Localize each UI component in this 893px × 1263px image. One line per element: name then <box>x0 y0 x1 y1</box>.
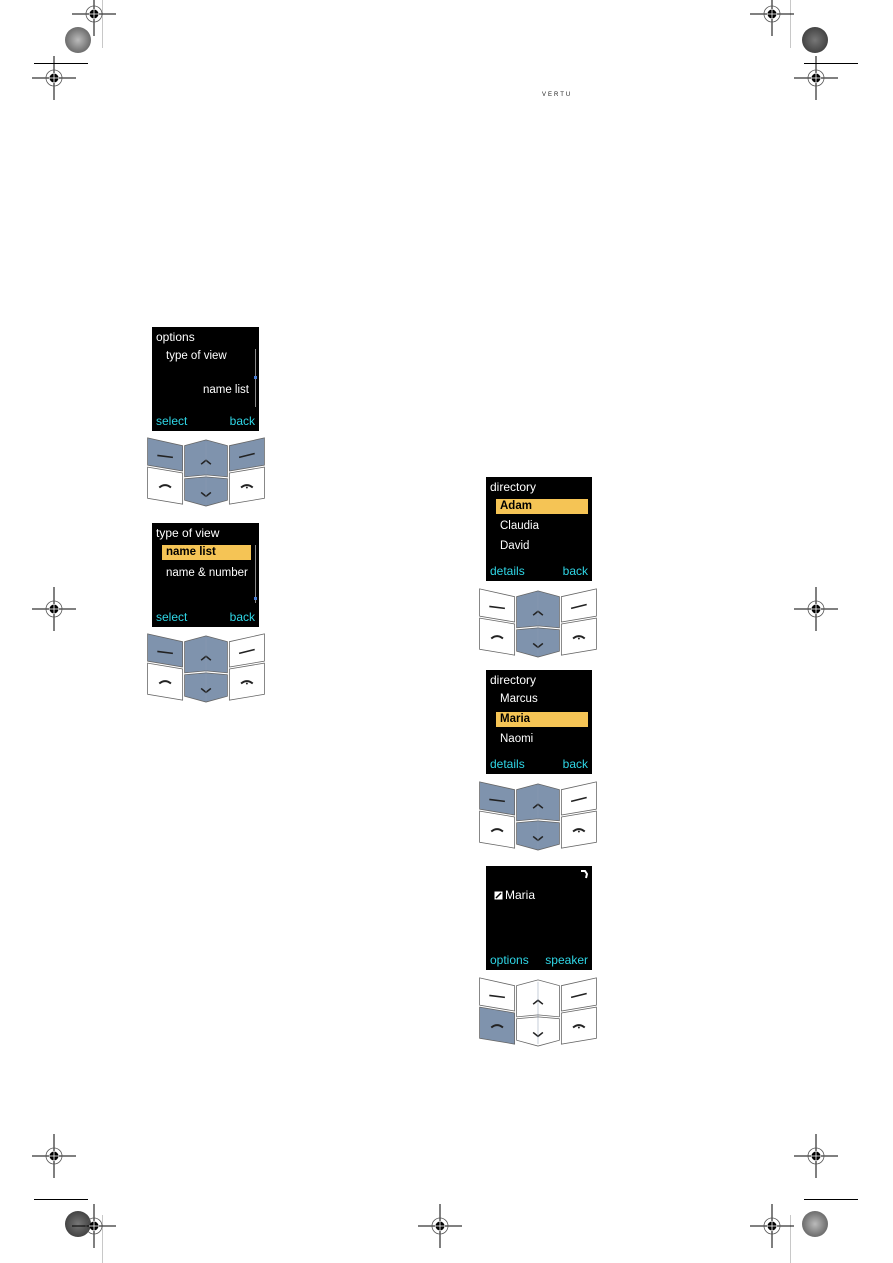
registration-mark-icon <box>418 1204 462 1248</box>
end-call-button[interactable] <box>560 1006 597 1045</box>
contact-item[interactable]: Marcus <box>496 692 588 707</box>
phone-screen-options: options type of view name list select ba… <box>152 327 259 431</box>
left-softkey-button[interactable] <box>479 781 516 816</box>
phone-screen-calling: Maria options speaker <box>486 866 592 970</box>
registration-mark-icon <box>794 56 838 100</box>
keypad <box>476 974 600 1048</box>
color-swatch-icon <box>802 27 828 53</box>
registration-mark-icon <box>32 587 76 631</box>
registration-mark-icon <box>32 1134 76 1178</box>
end-call-button[interactable] <box>228 466 265 505</box>
keypad <box>144 434 268 508</box>
right-softkey-button[interactable] <box>560 781 597 816</box>
right-softkey-button[interactable] <box>228 437 265 472</box>
softkey-details[interactable]: details <box>490 564 525 578</box>
crop-line <box>34 1199 88 1200</box>
left-softkey-button[interactable] <box>479 977 516 1012</box>
phone-screen-directory: directory Marcus Maria Naomi details bac… <box>486 670 592 774</box>
keypad <box>476 778 600 852</box>
registration-mark-icon <box>750 0 794 36</box>
softkey-options[interactable]: options <box>490 953 529 967</box>
registration-mark-icon <box>32 56 76 100</box>
screen-title: type of view <box>156 526 220 540</box>
registration-mark-icon <box>794 1134 838 1178</box>
softkey-select[interactable]: select <box>156 414 187 428</box>
end-call-button[interactable] <box>560 810 597 849</box>
menu-item-type-of-view[interactable]: type of view <box>162 349 255 364</box>
screen-title: directory <box>490 673 537 687</box>
keypad <box>144 630 268 704</box>
softkey-back[interactable]: back <box>230 414 255 428</box>
caller-name: Maria <box>505 888 536 902</box>
left-softkey-button[interactable] <box>147 437 184 472</box>
keypad <box>476 585 600 659</box>
contact-item[interactable]: David <box>496 539 588 554</box>
scroll-thumb[interactable] <box>254 597 257 600</box>
end-call-button[interactable] <box>228 662 265 701</box>
call-button[interactable] <box>479 617 516 656</box>
screen-title: options <box>156 330 195 344</box>
registration-mark-icon <box>72 1204 116 1248</box>
registration-mark-icon <box>72 0 116 36</box>
left-softkey-button[interactable] <box>479 588 516 623</box>
registration-mark-icon <box>750 1204 794 1248</box>
menu-item-name-list[interactable]: name list <box>162 545 251 560</box>
menu-item-value-name-list[interactable]: name list <box>162 383 255 398</box>
right-softkey-button[interactable] <box>560 588 597 623</box>
softkey-back[interactable]: back <box>563 564 588 578</box>
softkey-details[interactable]: details <box>490 757 525 771</box>
softkey-back[interactable]: back <box>563 757 588 771</box>
call-button[interactable] <box>147 466 184 505</box>
softkey-back[interactable]: back <box>230 610 255 624</box>
contact-item[interactable]: Claudia <box>496 519 588 534</box>
registration-mark-icon <box>794 587 838 631</box>
contact-item[interactable]: Naomi <box>496 732 588 747</box>
crop-line <box>804 1199 858 1200</box>
call-button[interactable] <box>479 810 516 849</box>
scroll-thumb[interactable] <box>254 376 257 379</box>
contact-card-icon <box>494 891 503 900</box>
right-softkey-button[interactable] <box>560 977 597 1012</box>
right-softkey-button[interactable] <box>228 633 265 668</box>
softkey-speaker[interactable]: speaker <box>545 953 588 967</box>
phone-screen-directory: directory Adam Claudia David details bac… <box>486 477 592 581</box>
phone-screen-type-of-view: type of view name list name & number sel… <box>152 523 259 627</box>
call-button[interactable] <box>147 662 184 701</box>
contact-item[interactable]: Maria <box>496 712 588 727</box>
color-swatch-icon <box>802 1211 828 1237</box>
call-button[interactable] <box>479 1006 516 1045</box>
outgoing-call-icon <box>581 870 588 879</box>
menu-item-name-and-number[interactable]: name & number <box>162 566 251 581</box>
contact-item[interactable]: Adam <box>496 499 588 514</box>
screen-title: directory <box>490 480 537 494</box>
scrollbar[interactable] <box>255 545 256 603</box>
softkey-select[interactable]: select <box>156 610 187 624</box>
left-softkey-button[interactable] <box>147 633 184 668</box>
brand-logo: VERTU <box>542 92 573 98</box>
end-call-button[interactable] <box>560 617 597 656</box>
